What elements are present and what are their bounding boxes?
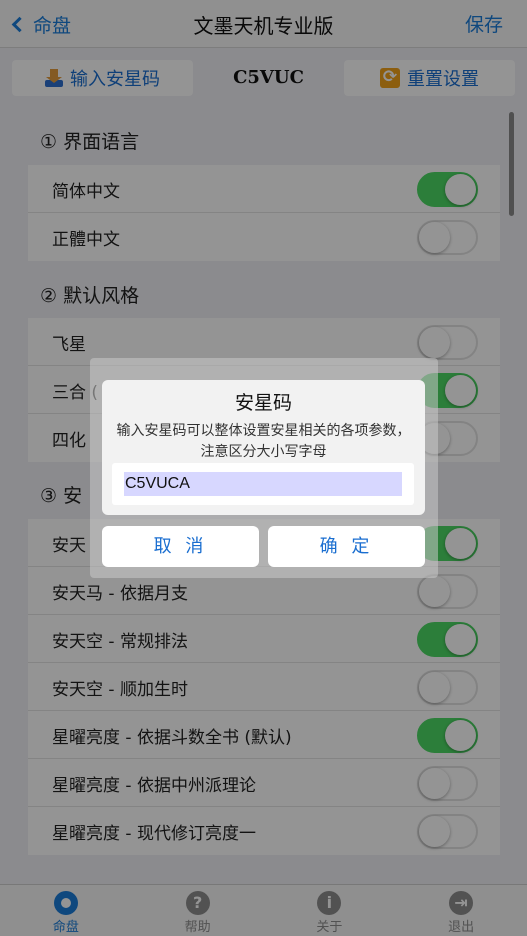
dialog-message: 输入安星码可以整体设置安星相关的各项参数，注意区分大小写字母 bbox=[116, 423, 411, 460]
code-input-container bbox=[112, 463, 414, 505]
code-dialog: 安星码 输入安星码可以整体设置安星相关的各项参数，注意区分大小写字母 bbox=[102, 380, 425, 515]
code-input[interactable] bbox=[124, 472, 402, 496]
confirm-button[interactable]: 确 定 bbox=[268, 526, 425, 567]
cancel-button[interactable]: 取 消 bbox=[102, 526, 259, 567]
dialog-title: 安星码 bbox=[234, 392, 292, 414]
